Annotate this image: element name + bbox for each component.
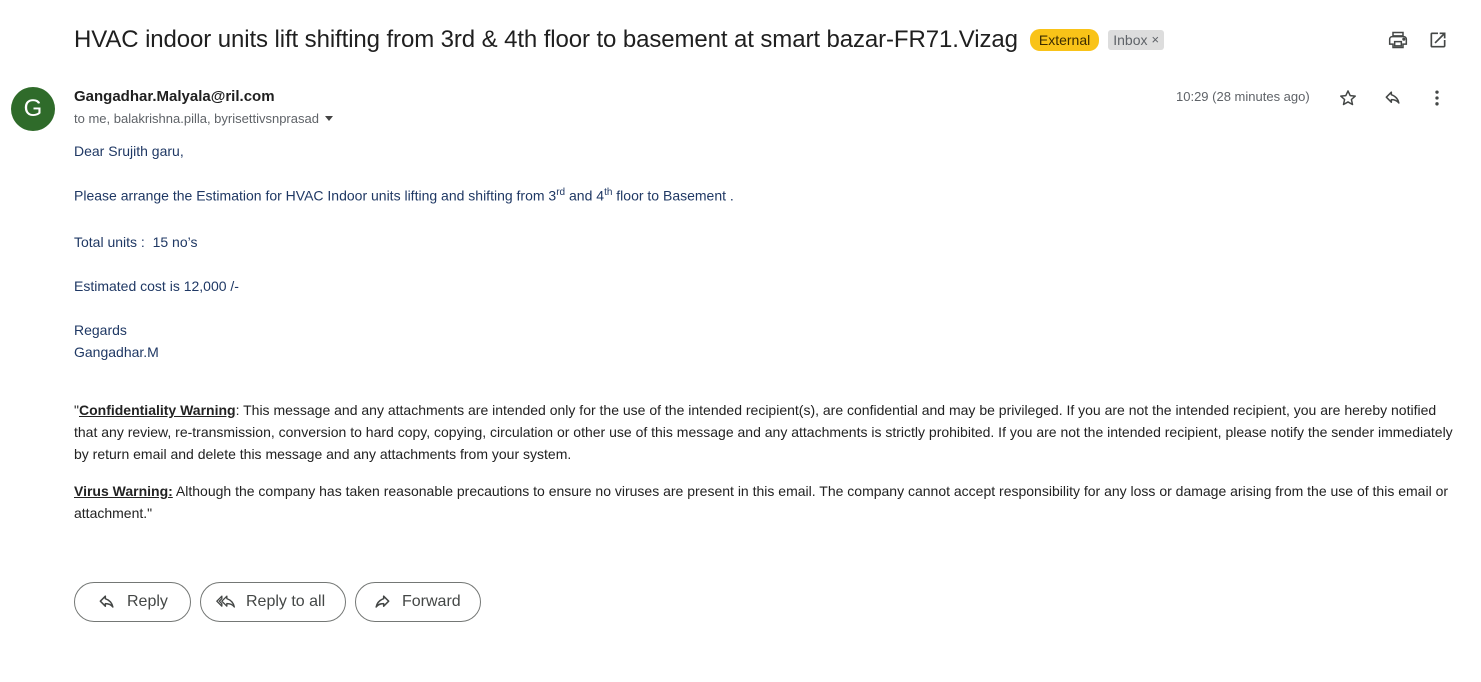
recipients-line: to me, balakrishna.pilla, byrisettivsnpr…	[74, 111, 333, 126]
confidentiality-title: Confidentiality Warning	[78, 402, 236, 418]
request-text-3: floor to Basement .	[612, 187, 734, 204]
subject-row: HVAC indoor units lift shifting from 3rd…	[74, 22, 1165, 58]
remove-label-icon[interactable]: ×	[1151, 31, 1159, 49]
recipients-text: to me, balakrishna.pilla, byrisettivsnpr…	[74, 111, 319, 126]
reply-icon[interactable]	[1381, 86, 1405, 110]
sender-email[interactable]: Gangadhar.Malyala@ril.com	[74, 88, 275, 105]
virus-text: Although the company has taken reasonabl…	[74, 483, 1449, 521]
request-paragraph: Please arrange the Estimation for HVAC I…	[74, 187, 734, 204]
email-subject: HVAC indoor units lift shifting from 3rd…	[74, 26, 1018, 53]
virus-warning: Virus Warning: Although the company has …	[74, 480, 1454, 524]
label-inbox[interactable]: Inbox ×	[1108, 30, 1165, 50]
label-inbox-text: Inbox	[1113, 32, 1148, 48]
show-details-icon[interactable]	[324, 116, 333, 121]
estimated-cost: Estimated cost is 12,000 /-	[74, 278, 239, 294]
timestamp: 10:29 (28 minutes ago)	[1176, 89, 1310, 104]
reply-button[interactable]: Reply	[74, 582, 191, 622]
regards: Regards	[74, 322, 127, 338]
confidentiality-text: : This message and any attachments are i…	[74, 402, 1453, 462]
forward-icon	[375, 595, 390, 608]
request-text-2: and 4	[565, 187, 605, 204]
greeting: Dear Srujith garu,	[74, 143, 184, 159]
confidentiality-warning: "Confidentiality Warning: This message a…	[74, 399, 1454, 465]
open-new-window-icon[interactable]	[1426, 28, 1450, 52]
more-vert-icon[interactable]	[1425, 86, 1449, 110]
avatar[interactable]: G	[11, 87, 55, 131]
reply-all-button-label: Reply to all	[246, 593, 326, 610]
star-icon[interactable]	[1336, 86, 1360, 110]
print-icon[interactable]	[1386, 28, 1410, 52]
superscript-rd: rd	[556, 187, 566, 198]
reply-icon	[99, 595, 114, 608]
label-external[interactable]: External	[1029, 29, 1100, 51]
reply-all-button[interactable]: Reply to all	[200, 582, 346, 622]
forward-button[interactable]: Forward	[355, 582, 481, 622]
reply-all-icon	[216, 595, 235, 608]
virus-title: Virus Warning:	[74, 483, 173, 499]
request-text-1: Please arrange the Estimation for HVAC I…	[74, 187, 557, 204]
total-units: Total units : 15 no’s	[74, 234, 198, 250]
forward-button-label: Forward	[402, 593, 461, 610]
reply-button-label: Reply	[127, 593, 168, 610]
signature: Gangadhar.M	[74, 344, 159, 360]
